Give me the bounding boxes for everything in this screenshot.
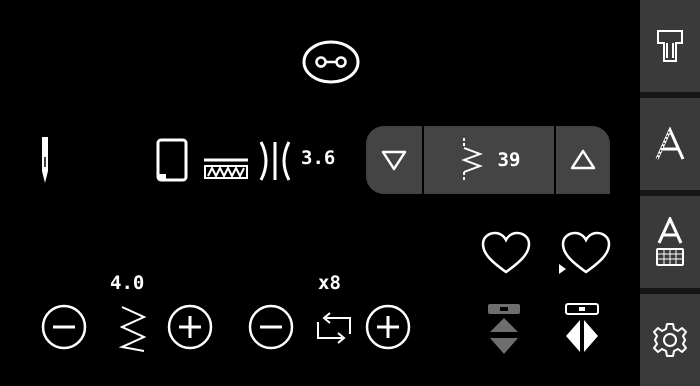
minus-circle-icon <box>248 304 294 350</box>
settings-gear-icon <box>653 323 687 357</box>
heart-add-icon <box>559 231 611 274</box>
alphabet-icon <box>655 127 685 160</box>
next-stitch-button[interactable] <box>556 126 610 194</box>
right-sidebar <box>640 0 700 386</box>
stitch-pattern-button[interactable]: 39 <box>424 126 554 194</box>
stitch-menu-icon <box>657 30 683 62</box>
feed-dog-icon[interactable] <box>202 152 250 188</box>
stitch-width-icon[interactable] <box>257 138 293 188</box>
favorite-add-button[interactable] <box>556 230 612 284</box>
presser-foot-icon[interactable] <box>156 138 192 188</box>
repeat-decrease-button[interactable] <box>247 303 295 355</box>
plus-circle-icon <box>365 304 411 350</box>
mirror-horizontal-icon <box>565 303 599 352</box>
alphabet-keyboard-button[interactable] <box>640 196 700 288</box>
mirror-horizontal-button[interactable] <box>562 302 602 362</box>
triangle-down-icon <box>381 150 407 171</box>
mirror-vertical-button[interactable] <box>484 302 524 362</box>
minus-circle-icon <box>41 304 87 350</box>
stitch-width-value: 3.6 <box>301 147 336 169</box>
stitch-menu-button[interactable] <box>640 0 700 92</box>
stitch-number: 39 <box>497 149 521 171</box>
buttonhole-icon[interactable] <box>302 40 360 88</box>
prev-stitch-button[interactable] <box>366 126 422 194</box>
alphabet-button[interactable] <box>640 98 700 190</box>
settings-button[interactable] <box>640 294 700 386</box>
stitch-length-value: 4.0 <box>110 272 145 294</box>
repeat-value: x8 <box>318 272 341 294</box>
main-area: 3.6 39 4.0 x8 <box>0 0 640 386</box>
plus-circle-icon <box>167 304 213 350</box>
triangle-up-icon <box>570 149 596 170</box>
needle-icon[interactable] <box>38 135 52 189</box>
repeat-icon <box>310 310 358 350</box>
length-decrease-button[interactable] <box>40 303 88 355</box>
zigzag-stitch-icon <box>460 138 483 182</box>
heart-icon <box>481 231 531 274</box>
stitch-selector: 39 <box>366 126 610 194</box>
length-increase-button[interactable] <box>166 303 214 355</box>
alphabet-keyboard-icon <box>656 217 684 266</box>
repeat-increase-button[interactable] <box>364 303 412 355</box>
favorite-button[interactable] <box>480 230 532 280</box>
stitch-length-icon <box>116 303 150 357</box>
mirror-vertical-icon <box>488 304 520 354</box>
